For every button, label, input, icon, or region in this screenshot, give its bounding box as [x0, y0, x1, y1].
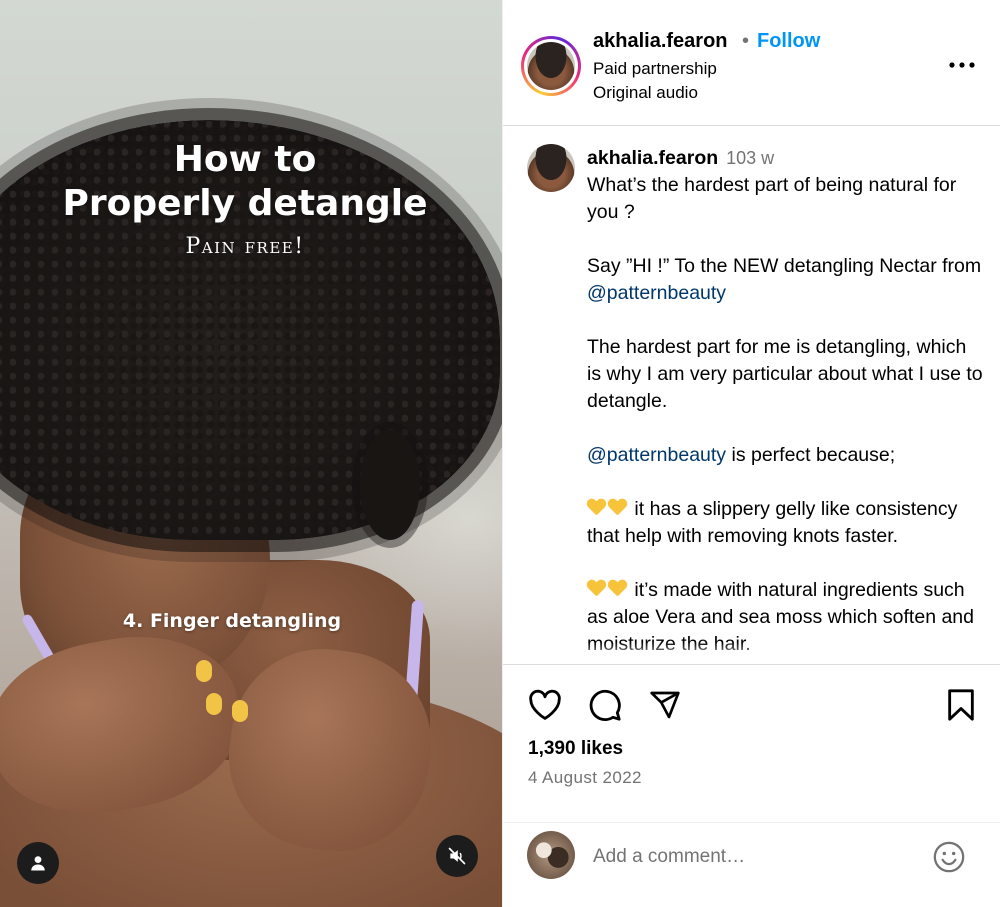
likes-count[interactable]: 1,390 likes	[528, 738, 623, 760]
caption-paragraph-2: Say ”HI !” To the NEW detangling Nectar …	[587, 255, 982, 277]
post-media-video[interactable]: How to Properly detangle Pain free! 4. F…	[0, 0, 502, 907]
yellow-heart-icon	[587, 580, 606, 597]
muted-speaker-icon	[448, 847, 466, 865]
video-step-caption: 4. Finger detangling	[122, 610, 342, 632]
media-nail	[206, 693, 222, 715]
post-header: akhalia.fearon • Follow Paid partnership…	[503, 0, 1000, 126]
mention-link[interactable]: @patternbeauty	[587, 444, 726, 466]
caption-fade	[503, 642, 1000, 664]
more-options-button[interactable]	[949, 52, 975, 78]
caption-text: akhalia.fearon 103 w What’s the hardest p…	[587, 145, 983, 658]
video-title-line1: How to	[173, 139, 317, 180]
original-audio-link[interactable]: Original audio	[593, 83, 698, 103]
yellow-heart-icon	[587, 499, 606, 516]
video-subtitle: Pain free!	[185, 234, 305, 259]
author-username[interactable]: akhalia.fearon	[593, 30, 728, 53]
caption-time[interactable]: 103 w	[726, 148, 774, 168]
story-ring[interactable]	[521, 36, 581, 96]
caption-scroll-area[interactable]: akhalia.fearon 103 w What’s the hardest p…	[503, 127, 1000, 664]
caption-paragraph-4: is perfect because;	[726, 444, 896, 466]
follow-button[interactable]: Follow	[757, 30, 820, 53]
caption-paragraph-3: The hardest part for me is detangling, w…	[587, 336, 983, 412]
share-icon	[650, 691, 680, 719]
caption-username[interactable]: akhalia.fearon	[587, 147, 718, 169]
comment-input[interactable]	[593, 843, 913, 871]
more-options-icon	[949, 62, 975, 68]
bookmark-icon	[948, 689, 974, 721]
post-actions: 1,390 likes 4 August 2022	[503, 664, 1000, 822]
heart-icon	[529, 689, 561, 720]
post-date[interactable]: 4 August 2022	[528, 768, 642, 788]
save-button[interactable]	[943, 687, 979, 723]
media-hair-bun	[360, 430, 420, 540]
tagged-users-button[interactable]	[17, 842, 59, 884]
video-title-line2: Properly detangle	[62, 183, 428, 224]
mention-link[interactable]: @patternbeauty	[587, 282, 726, 304]
yellow-heart-icon	[608, 580, 627, 597]
like-button[interactable]	[527, 687, 563, 723]
share-button[interactable]	[647, 687, 683, 723]
smiley-icon	[933, 841, 965, 873]
mute-toggle-button[interactable]	[436, 835, 478, 877]
header-separator: •	[742, 30, 750, 52]
yellow-heart-icon	[608, 499, 627, 516]
media-nail	[196, 660, 212, 682]
caption-paragraph-1: What’s the hardest part of being natural…	[587, 174, 957, 223]
comment-button[interactable]	[587, 687, 623, 723]
current-user-avatar	[527, 831, 575, 879]
paid-partnership-label[interactable]: Paid partnership	[593, 59, 717, 79]
user-icon	[31, 856, 45, 871]
caption-paragraph-5: it has a slippery gelly like consistency…	[587, 498, 958, 547]
author-avatar	[527, 42, 575, 90]
emoji-picker-button[interactable]	[931, 839, 967, 875]
comment-icon	[589, 689, 621, 721]
caption-author-avatar[interactable]	[527, 144, 575, 192]
add-comment-bar	[503, 822, 1000, 907]
media-nail	[232, 700, 248, 722]
post-details-panel: akhalia.fearon • Follow Paid partnership…	[502, 0, 1000, 907]
